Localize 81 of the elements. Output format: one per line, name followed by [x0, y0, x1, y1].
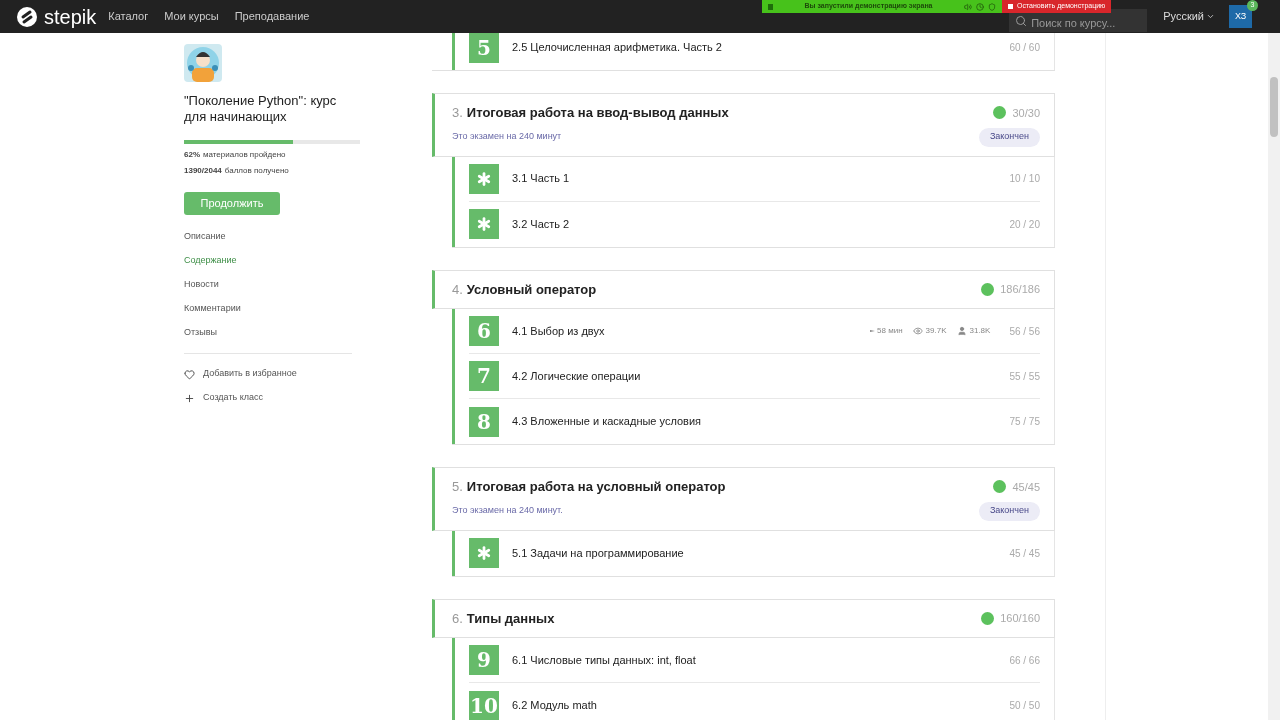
lesson-number-badge: 8: [469, 406, 499, 437]
speaker-icon: [964, 2, 972, 11]
sidebar-menu-item[interactable]: Отзывы: [184, 321, 360, 345]
logo-icon: [16, 5, 38, 28]
shield-icon: [988, 2, 996, 11]
sidebar-menu-item[interactable]: Новости: [184, 273, 360, 297]
materials-label: материалов пройдено: [203, 149, 286, 161]
lesson-title[interactable]: 4.2 Логические операции: [512, 367, 997, 385]
lesson-title[interactable]: 6.1 Числовые типы данных: int, float: [512, 651, 997, 669]
section-title: Условный оператор: [466, 280, 598, 299]
nav-link[interactable]: Преподавание: [234, 8, 310, 25]
sidebar-action[interactable]: Создать класс: [184, 386, 352, 410]
sidebar-menu-item[interactable]: Комментарии: [184, 297, 360, 321]
points-label: баллов получено: [224, 165, 289, 177]
lesson-score: 75 / 75: [1009, 415, 1040, 429]
lesson-title[interactable]: 3.1 Часть 1: [512, 170, 997, 187]
section-number: 3.: [452, 104, 463, 122]
heart-icon: [184, 368, 195, 380]
section-number: 5.: [452, 478, 463, 496]
lesson-score: 66 / 66: [1009, 653, 1040, 668]
learner-icon: [956, 326, 967, 336]
asterisk-icon: [469, 538, 499, 568]
lesson-title[interactable]: 4.3 Вложенные и каскадные условия: [512, 413, 997, 430]
views-icon: [912, 326, 923, 336]
chevron-icon: [1206, 12, 1215, 21]
view-count: 39.7K: [925, 325, 947, 337]
lesson-title[interactable]: 3.2 Часть 2: [512, 215, 997, 233]
lesson-score: 55 / 55: [1009, 369, 1040, 384]
section-score: 30/30: [1012, 105, 1040, 121]
section-number: 6.: [452, 609, 463, 628]
lesson-title[interactable]: 5.1 Задачи на программирование: [512, 544, 997, 562]
exam-note: Это экзамен на 240 минут.: [452, 504, 564, 518]
language-select[interactable]: Русский: [1163, 8, 1215, 25]
section-header[interactable]: 6. Типы данных 160/160: [432, 598, 1055, 638]
lesson-score: 60 / 60: [1009, 41, 1040, 55]
status-badge: Закончен: [978, 127, 1040, 147]
scrollbar[interactable]: [1268, 33, 1280, 720]
section-title: Итоговая работа на ввод-вывод данных: [466, 104, 730, 122]
lesson-number-badge: 7: [469, 361, 499, 391]
stop-icon: [1008, 4, 1013, 9]
lesson-score: 20 / 20: [1009, 217, 1040, 232]
asterisk-icon: [469, 209, 499, 239]
logo-text[interactable]: stepik: [44, 6, 97, 27]
section-title: Типы данных: [466, 609, 556, 628]
lesson-number-badge: 10: [469, 690, 499, 720]
lesson-number-badge: 9: [469, 645, 499, 675]
sidebar-menu-item[interactable]: Описание: [184, 225, 360, 249]
learner-count: 31.8K: [969, 325, 991, 337]
timer-icon: [870, 329, 876, 333]
lesson-score: 56 / 56: [1009, 324, 1040, 339]
lesson-score: 10 / 10: [1009, 172, 1040, 186]
section-number: 4.: [452, 280, 463, 299]
lesson-score: 45 / 45: [1009, 546, 1040, 561]
plus-icon: [184, 392, 195, 404]
section-score: 160/160: [1000, 611, 1040, 626]
asterisk-icon: [469, 163, 499, 194]
sidebar-menu-item[interactable]: Содержание: [184, 249, 360, 273]
section-header[interactable]: 5. Итоговая работа на условный оператор 45/45 Это экзамен на 240 минут. Закончен: [432, 467, 1055, 531]
avatar[interactable]: ХЗ: [1229, 5, 1252, 28]
section-score: 45/45: [1012, 479, 1040, 495]
nav-link[interactable]: Каталог: [108, 8, 149, 25]
points-value: 1390/2044: [184, 165, 222, 177]
course-title: "Поколение Python": курс для начинающих: [184, 93, 338, 125]
exam-note: Это экзамен на 240 минут: [452, 130, 563, 144]
section-title: Итоговая работа на условный оператор: [466, 478, 727, 496]
lesson-title[interactable]: 4.1 Выбор из двух: [512, 322, 858, 340]
lesson-time: 58 мин: [877, 325, 903, 337]
lesson-title[interactable]: 6.2 Модуль math: [512, 697, 997, 714]
clock-icon: [976, 2, 984, 11]
sidebar-action[interactable]: Добавить в избранное: [184, 362, 352, 386]
status-badge: Закончен: [978, 501, 1040, 521]
pin-icon: [768, 3, 773, 10]
nav-link[interactable]: Мои курсы: [164, 8, 219, 25]
lesson-title[interactable]: 2.5 Целочисленная арифметика. Часть 2: [512, 39, 997, 56]
lesson-number-badge: 6: [469, 316, 499, 346]
materials-percent: 62%: [184, 149, 200, 161]
section-header[interactable]: 3. Итоговая работа на ввод-вывод данных 30/30 Это экзамен на 240 минут Закончен: [432, 93, 1055, 157]
section-score: 186/186: [1000, 282, 1040, 297]
lesson-score: 50 / 50: [1009, 699, 1040, 713]
lesson-number-badge: 5: [469, 33, 499, 63]
section-header[interactable]: 4. Условный оператор 186/186: [432, 269, 1055, 309]
